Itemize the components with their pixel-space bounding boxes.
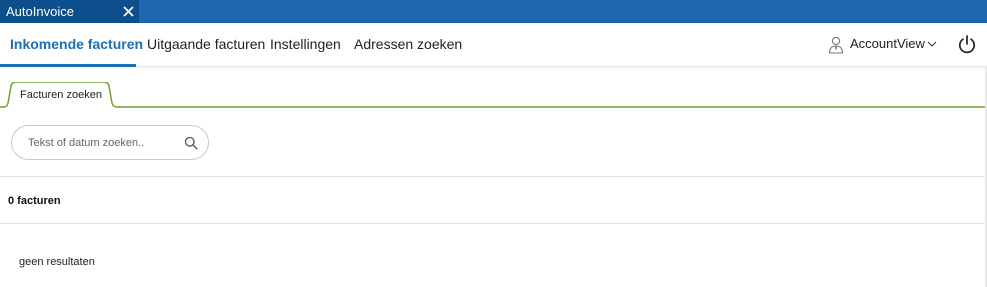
search-input[interactable] — [26, 134, 176, 152]
divider — [0, 223, 987, 224]
tab-facturen-zoeken[interactable]: Facturen zoeken — [20, 89, 102, 101]
nav-item-label: Instellingen — [270, 36, 341, 52]
account-name: AccountView — [850, 36, 925, 51]
empty-results-message: geen resultaten — [19, 256, 95, 268]
chevron-down-icon — [927, 41, 937, 47]
main-navigation: Inkomende facturen Uitgaande facturen In… — [0, 23, 987, 67]
close-icon[interactable] — [121, 4, 136, 19]
nav-item-inkomende-facturen[interactable]: Inkomende facturen — [0, 23, 143, 67]
title-bar: AutoInvoice — [0, 0, 987, 23]
divider — [0, 176, 987, 177]
result-count: 0 facturen — [8, 195, 61, 207]
search-box — [11, 125, 209, 160]
nav-item-adressen-zoeken[interactable]: Adressen zoeken — [354, 23, 462, 67]
account-menu[interactable]: AccountView — [826, 23, 944, 67]
nav-item-label: Uitgaande facturen — [147, 36, 266, 52]
nav-item-label: Adressen zoeken — [354, 36, 463, 52]
power-icon[interactable] — [957, 34, 977, 55]
search-icon[interactable] — [184, 136, 198, 150]
tab-label: Facturen zoeken — [20, 89, 102, 101]
document-tab[interactable]: AutoInvoice — [0, 0, 139, 23]
tab-strip — [0, 82, 987, 108]
nav-item-uitgaande-facturen[interactable]: Uitgaande facturen — [147, 23, 265, 67]
nav-item-label: Inkomende facturen — [10, 36, 144, 52]
nav-item-instellingen[interactable]: Instellingen — [270, 23, 341, 67]
user-icon — [828, 36, 844, 54]
document-tab-title: AutoInvoice — [6, 4, 74, 19]
